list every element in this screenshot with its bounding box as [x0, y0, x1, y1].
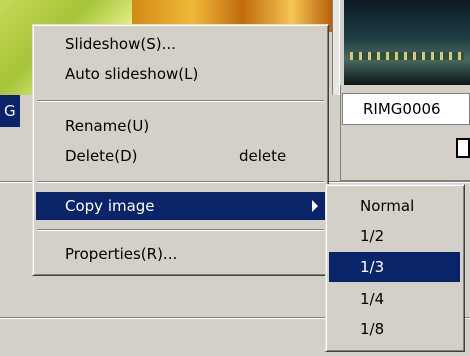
thumbnail-filename-field[interactable]: RIMG0006 — [342, 93, 470, 125]
menu-item-properties[interactable]: Properties(R)... — [33, 241, 328, 267]
submenu-item-label: 1/4 — [360, 290, 385, 308]
thumbnail-label-left: G — [0, 95, 20, 127]
submenu-item-normal[interactable]: Normal — [326, 193, 464, 219]
menu-separator — [37, 229, 324, 231]
menu-separator — [37, 181, 324, 183]
submenu-arrow-icon — [312, 200, 318, 212]
menu-separator — [37, 100, 324, 102]
submenu-item-label: 1/2 — [360, 227, 385, 245]
copy-image-submenu: Normal 1/2 1/3 1/4 1/8 — [325, 184, 465, 352]
submenu-item-label: 1/8 — [360, 320, 385, 338]
submenu-item-label: 1/3 — [360, 258, 385, 276]
submenu-item-label: Normal — [360, 197, 415, 215]
thumbnail-divider — [332, 0, 340, 95]
menu-item-label: Auto slideshow(L) — [65, 65, 199, 83]
submenu-item-1-2[interactable]: 1/2 — [326, 223, 464, 249]
city-lights-detail — [350, 52, 464, 60]
context-menu: Slideshow(S)... Auto slideshow(L) Rename… — [32, 24, 329, 276]
menu-item-delete[interactable]: Delete(D) delete — [33, 143, 328, 169]
menu-item-copy-image[interactable]: Copy image — [36, 192, 325, 220]
submenu-item-1-8[interactable]: 1/8 — [326, 316, 464, 342]
menu-item-label: Slideshow(S)... — [65, 35, 176, 53]
menu-item-label: Delete(D) — [65, 147, 138, 165]
menu-item-auto-slideshow[interactable]: Auto slideshow(L) — [33, 61, 328, 87]
menu-item-accelerator: delete — [239, 147, 287, 165]
menu-item-label: Properties(R)... — [65, 245, 178, 263]
menu-item-rename[interactable]: Rename(U) — [33, 113, 328, 139]
menu-item-label: Rename(U) — [65, 117, 150, 135]
menu-item-slideshow[interactable]: Slideshow(S)... — [33, 31, 328, 57]
submenu-item-1-4[interactable]: 1/4 — [326, 286, 464, 312]
thumbnail-image-right[interactable] — [344, 0, 470, 85]
submenu-item-1-3[interactable]: 1/3 — [329, 252, 460, 282]
file-icon — [456, 138, 470, 158]
menu-item-label: Copy image — [65, 197, 155, 215]
